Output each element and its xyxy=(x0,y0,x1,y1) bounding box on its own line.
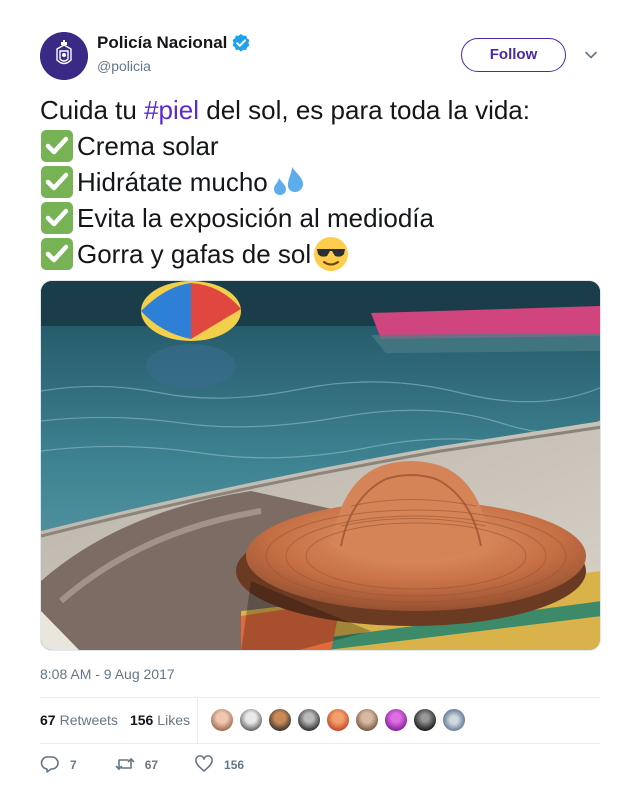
tweet-intro-after: del sol, es para toda la vida: xyxy=(199,95,530,125)
liker-avatar[interactable] xyxy=(210,708,234,732)
author-avatar[interactable] xyxy=(40,32,88,80)
reply-button[interactable]: 7 xyxy=(40,755,77,776)
sunglasses-face-icon xyxy=(313,236,349,272)
liker-avatar[interactable] xyxy=(326,708,350,732)
reply-icon xyxy=(40,755,60,776)
retweet-icon xyxy=(115,755,135,776)
retweets-count[interactable]: 67 xyxy=(40,712,56,728)
liker-avatar[interactable] xyxy=(355,708,379,732)
checklist-item: Gorra y gafas de sol xyxy=(40,236,610,272)
tweet-card: Policía Nacional @policia Follow Cuida t… xyxy=(0,0,640,805)
checklist-item: Hidrátate mucho xyxy=(40,164,610,200)
check-mark-icon xyxy=(40,201,74,235)
author-handle[interactable]: @policia xyxy=(97,58,251,74)
liker-avatar[interactable] xyxy=(297,708,321,732)
liker-avatars xyxy=(210,708,471,732)
like-action-count: 156 xyxy=(224,758,245,772)
check-mark-icon xyxy=(40,237,74,271)
retweet-action-count: 67 xyxy=(144,758,159,772)
retweet-button[interactable]: 67 xyxy=(115,755,158,776)
author-display-name[interactable]: Policía Nacional xyxy=(97,33,227,53)
check-mark-icon xyxy=(40,165,74,199)
checklist-item: Crema solar xyxy=(40,128,610,164)
tweet-stats: 67 Retweets 156 Likes xyxy=(40,697,190,743)
checklist-item-text: Crema solar xyxy=(77,131,219,161)
tweet-text: Cuida tu #piel del sol, es para toda la … xyxy=(40,92,610,272)
like-button[interactable]: 156 xyxy=(194,754,245,776)
check-mark-icon xyxy=(40,129,74,163)
chevron-down-icon[interactable] xyxy=(584,48,598,62)
checklist-item-text: Gorra y gafas de sol xyxy=(77,239,312,269)
likes-label[interactable]: Likes xyxy=(157,712,190,728)
sweat-droplets-icon xyxy=(270,164,306,200)
tweet-timestamp[interactable]: 8:08 AM - 9 Aug 2017 xyxy=(40,666,175,682)
author-info: Policía Nacional @policia xyxy=(97,33,251,74)
checklist-item-text: Evita la exposición al mediodía xyxy=(77,203,434,233)
tweet-intro-before: Cuida tu xyxy=(40,95,145,125)
tweet-photo[interactable] xyxy=(40,280,601,651)
divider xyxy=(40,743,600,744)
hashtag-link[interactable]: #piel xyxy=(144,92,199,128)
retweets-label[interactable]: Retweets xyxy=(60,712,118,728)
liker-avatar[interactable] xyxy=(442,708,466,732)
liker-avatar[interactable] xyxy=(384,708,408,732)
author-name-row: Policía Nacional xyxy=(97,33,251,53)
heart-icon xyxy=(194,754,214,776)
checklist-item: Evita la exposición al mediodía xyxy=(40,200,610,236)
follow-button[interactable]: Follow xyxy=(461,38,566,72)
tweet-intro-line: Cuida tu #piel del sol, es para toda la … xyxy=(40,92,610,128)
stats-separator xyxy=(197,697,198,743)
verified-badge-icon xyxy=(231,33,251,53)
liker-avatar[interactable] xyxy=(268,708,292,732)
tweet-actions: 7 67 156 xyxy=(40,754,245,776)
checklist-item-text: Hidrátate mucho xyxy=(77,167,268,197)
liker-avatar[interactable] xyxy=(413,708,437,732)
likes-count[interactable]: 156 xyxy=(130,712,153,728)
reply-count: 7 xyxy=(70,758,77,772)
liker-avatar[interactable] xyxy=(239,708,263,732)
